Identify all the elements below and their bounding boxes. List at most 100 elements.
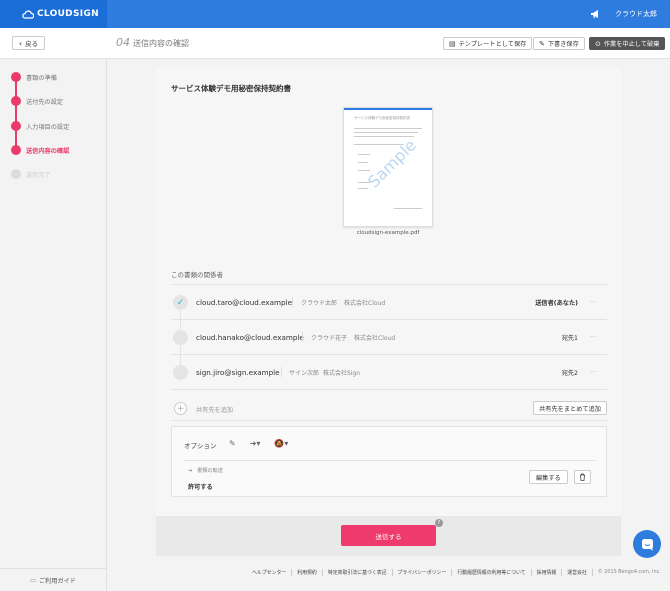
save-draft-button[interactable]: ✎ 下書き保存: [533, 37, 585, 50]
footer-link[interactable]: 利用規約: [291, 569, 322, 576]
help-icon[interactable]: ?: [435, 519, 443, 527]
book-icon: ▭: [30, 576, 36, 584]
participant-role: 宛先1: [561, 335, 578, 342]
footer-links: ヘルプセンター 利用規約 特定商取引法に基づく表記 プライバシーポリシー 行動履…: [252, 569, 666, 576]
usage-guide-link[interactable]: ▭ ご利用ガイド: [0, 568, 106, 591]
footer-link[interactable]: プライバシーポリシー: [391, 569, 452, 576]
trash-icon: [580, 473, 585, 481]
step-label: 送信完了: [26, 171, 51, 179]
options-panel: オプション ✎ ➜▾ 🔕▾ ➜ 書類の転送 許可する 編集する: [171, 426, 607, 497]
pencil-icon: ✎: [539, 39, 545, 48]
back-label: 戻る: [25, 40, 39, 48]
footer-link[interactable]: 行動履歴情報の利用等について: [451, 569, 530, 576]
step-label: 入力項目の設定: [26, 123, 70, 131]
discard-button[interactable]: ⊙ 作業を中止して破棄: [589, 37, 666, 50]
participant-status: [173, 330, 188, 345]
chevron-left-icon: ‹: [18, 38, 23, 48]
cloud-icon: [22, 9, 34, 19]
participant-company: 株式会社Cloud: [354, 335, 396, 342]
step-dot: [11, 121, 21, 131]
forward-arrow-icon: ➜▾: [249, 439, 261, 448]
step-item-prepare[interactable]: 書類の準備: [11, 72, 57, 82]
logo-text: CLOUDSIGN: [37, 9, 99, 19]
participant-status: [173, 365, 188, 380]
more-icon[interactable]: …: [590, 366, 597, 374]
step-label: 送信内容の確認: [26, 147, 70, 155]
bell-off-icon: 🔕▾: [274, 439, 289, 448]
thumbnail-heading: サービス体験デモ用秘密保持契約書: [354, 116, 410, 120]
participant-role: 送信者(あなた): [535, 300, 578, 307]
delete-options-button[interactable]: [574, 470, 591, 484]
add-share-label[interactable]: 共有先を追加: [196, 405, 233, 414]
top-header: CLOUDSIGN クラウド太郎: [0, 0, 670, 28]
step-item-recipients[interactable]: 送付先の設定: [11, 96, 63, 106]
edit-options-button[interactable]: 編集する: [529, 470, 568, 484]
step-dot: [11, 72, 21, 82]
participant-email: cloud.hanako@cloud.example: [196, 333, 304, 342]
copyright: © 2015 Bengo4.com, Inc.: [591, 569, 666, 576]
participants-heading: この書類の関係者: [171, 271, 223, 279]
add-share-button[interactable]: +: [174, 402, 187, 415]
user-name[interactable]: クラウド太郎: [615, 9, 657, 19]
footer-link[interactable]: 特定商取引法に基づく表記: [321, 569, 392, 576]
step-label: 送付先の設定: [26, 98, 64, 106]
step-item-complete: 送信完了: [11, 169, 51, 179]
participant-status: ✓: [173, 295, 188, 310]
transfer-label: 書類の転送: [197, 468, 223, 474]
footer-link[interactable]: 運営会社: [561, 569, 592, 576]
page-title: 04 送信内容の確認: [116, 36, 189, 49]
options-label: オプション: [184, 442, 217, 450]
step-item-confirm[interactable]: 送信内容の確認: [11, 145, 69, 155]
cloudsign-logo[interactable]: CLOUDSIGN: [0, 0, 107, 28]
header-right: クラウド太郎: [590, 0, 657, 28]
discard-label: 作業を中止して破棄: [603, 41, 660, 48]
chat-icon: [641, 538, 653, 550]
more-icon[interactable]: …: [590, 331, 597, 339]
document-thumbnail[interactable]: サービス体験デモ用秘密保持契約書 Sample: [343, 107, 433, 227]
participant-company: 株式会社Cloud: [344, 300, 386, 307]
participant-name: サイン次郎: [289, 370, 320, 377]
step-label: 書類の準備: [26, 74, 57, 82]
save-template-button[interactable]: ▤ テンプレートとして保存: [443, 37, 533, 50]
participant-email: cloud.taro@cloud.example: [196, 298, 293, 307]
document-title: サービス体験デモ用秘密保持契約書: [171, 84, 291, 93]
step-number: 04: [116, 36, 130, 49]
check-icon: ✓: [176, 297, 185, 308]
save-draft-label: 下書き保存: [547, 41, 579, 48]
step-dot: [11, 145, 21, 155]
participant-email: sign.jiro@sign.example: [196, 368, 280, 377]
footer-link[interactable]: ヘルプセンター: [252, 569, 291, 576]
send-bar: 送信する ?: [156, 516, 621, 556]
step-dot: [11, 169, 21, 179]
transfer-option: ➜ 書類の転送: [188, 467, 223, 474]
main-card: サービス体験デモ用秘密保持契約書 サービス体験デモ用秘密保持契約書 Sample…: [156, 68, 621, 516]
document-plus-icon: ▤: [449, 39, 456, 48]
bulk-add-share-button[interactable]: 共有先をまとめて追加: [533, 401, 607, 415]
footer-link[interactable]: 採用情報: [530, 569, 562, 576]
more-icon[interactable]: …: [590, 296, 597, 304]
send-button[interactable]: 送信する: [341, 525, 436, 546]
participant-row: ✓ cloud.taro@cloud.example クラウド太郎 株式会社Cl…: [171, 285, 607, 320]
step-sidebar: 書類の準備 送付先の設定 入力項目の設定 送信内容の確認 送信完了 ▭ ご利用ガ…: [0, 59, 107, 591]
plus-icon: +: [176, 403, 185, 414]
step-progress-line: [15, 77, 17, 151]
sub-header: ‹ 戻る 04 送信内容の確認 ▤ テンプレートとして保存 ✎ 下書き保存 ⊙ …: [0, 28, 670, 59]
chat-button[interactable]: [633, 530, 661, 558]
step-dot: [11, 96, 21, 106]
guide-label: ご利用ガイド: [38, 577, 76, 585]
participant-row: sign.jiro@sign.example サイン次郎 株式会社Sign 宛先…: [171, 355, 607, 390]
participant-name: クラウド太郎: [301, 300, 338, 307]
arrow-icon: ➜: [188, 468, 193, 474]
pencil-icon: ✎: [229, 439, 236, 448]
step-title-text: 送信内容の確認: [133, 39, 189, 48]
transfer-value: 許可する: [188, 484, 213, 491]
back-button[interactable]: ‹ 戻る: [12, 36, 45, 50]
megaphone-icon[interactable]: [590, 9, 601, 19]
stop-circle-icon: ⊙: [595, 39, 601, 48]
step-item-fields[interactable]: 入力項目の設定: [11, 121, 69, 131]
participant-row: cloud.hanako@cloud.example クラウド花子 株式会社Cl…: [171, 320, 607, 355]
participant-company: 株式会社Sign: [323, 370, 361, 377]
participant-role: 宛先2: [561, 370, 578, 377]
document-filename: cloudsign-example.pdf: [356, 230, 420, 236]
add-share-row: + 共有先を追加 共有先をまとめて追加: [171, 397, 607, 421]
